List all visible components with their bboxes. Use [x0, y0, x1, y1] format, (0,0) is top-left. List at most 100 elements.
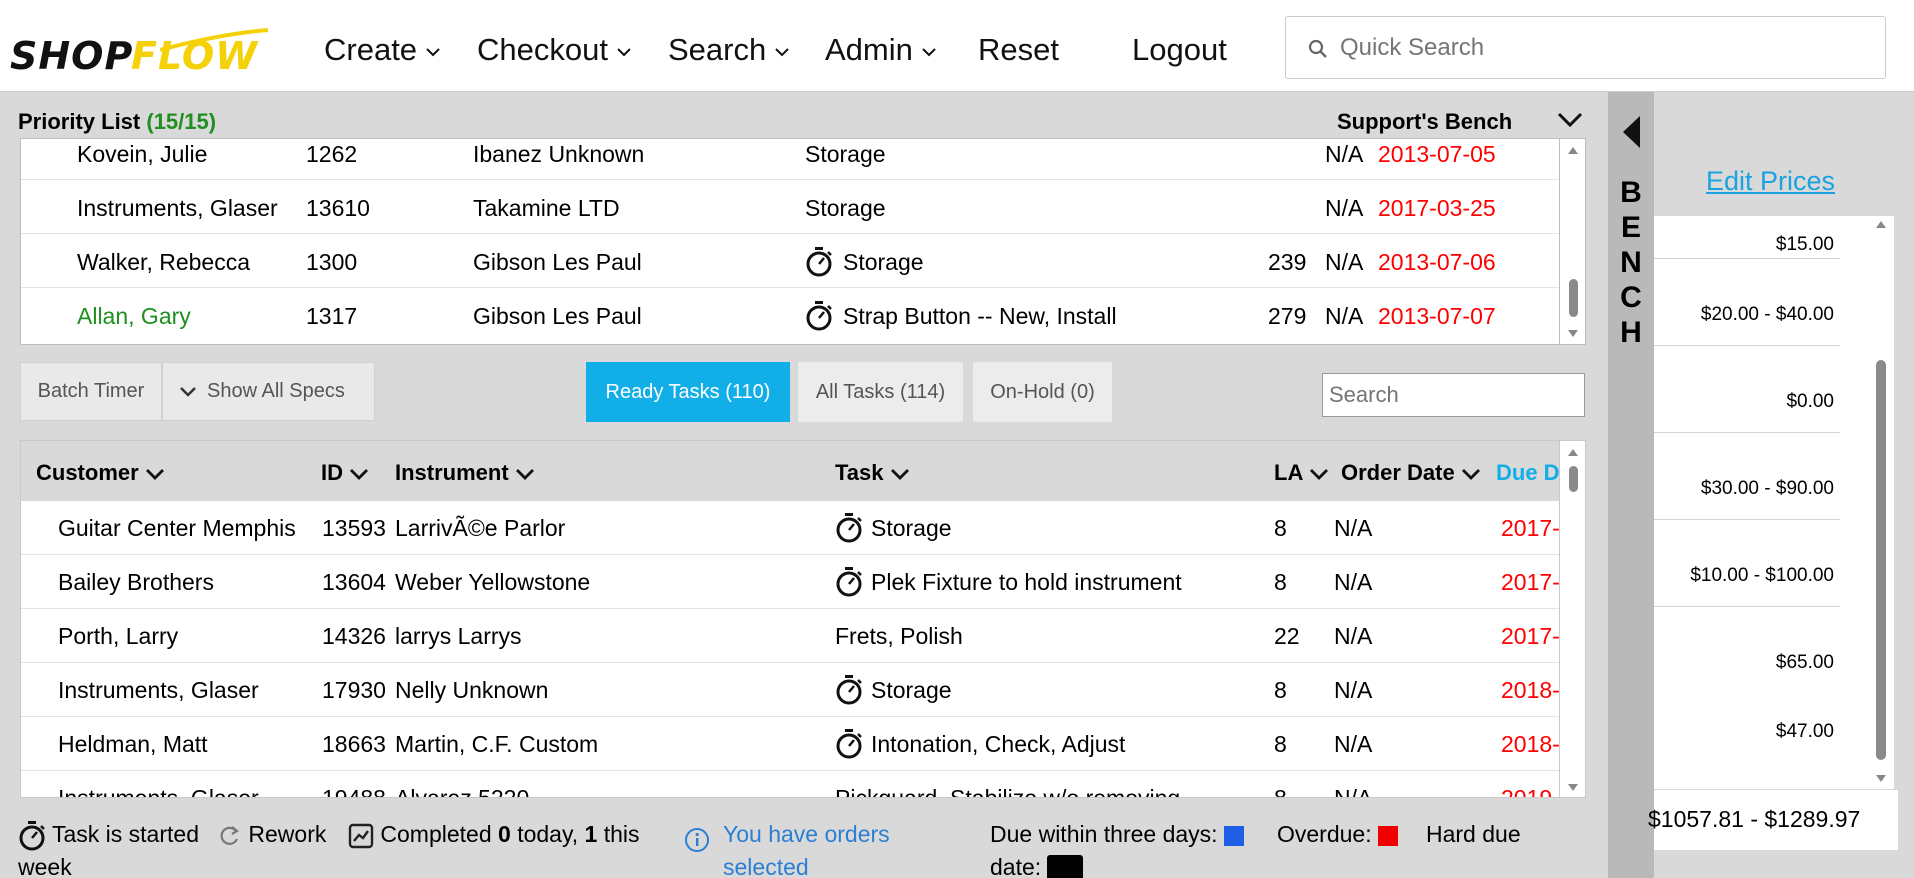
table-row[interactable]: Porth, Larry 14326 larrys Larrys Frets, … [21, 609, 1560, 663]
priority-row[interactable]: Instruments, Glaser 13610 Takamine LTD S… [21, 181, 1559, 234]
customer-cell: Porth, Larry [58, 623, 179, 649]
id-cell: 13610 [306, 195, 370, 221]
column-header-task[interactable]: Task [835, 460, 910, 486]
tab-all-tasks[interactable]: All Tasks (114) [798, 362, 963, 422]
instrument-cell: Gibson Les Paul [473, 303, 642, 329]
tab-on-hold[interactable]: On-Hold (0) [973, 362, 1112, 422]
quick-search-input[interactable] [1340, 31, 1860, 65]
bench-letter: B [1620, 176, 1642, 209]
order-date-cell: N/A [1334, 623, 1373, 649]
table-row[interactable]: Heldman, Matt 18663 Martin, C.F. Custom … [21, 717, 1559, 771]
tasks-table-scrollbar[interactable] [1560, 440, 1586, 798]
scroll-down-icon[interactable] [1875, 774, 1887, 784]
la-cell: 8 [1274, 785, 1287, 798]
task-cell: Pickguard, Stabilize w/o removing [835, 785, 1181, 798]
bench-selector-label[interactable]: Support's Bench [1337, 109, 1512, 135]
nav-create[interactable]: Create [324, 32, 441, 68]
tab-ready-tasks-label: Ready Tasks (110) [605, 380, 771, 403]
bench-toggle-strip[interactable]: B E N C H [1608, 92, 1654, 878]
scroll-thumb[interactable] [1569, 466, 1578, 492]
scroll-up-icon[interactable] [1567, 145, 1579, 155]
id-cell: 18663 [322, 731, 386, 757]
show-all-specs-button[interactable]: Show All Specs [162, 362, 375, 421]
nav-logout[interactable]: Logout [1132, 32, 1227, 68]
table-row[interactable]: Guitar Center Memphis 13593 LarrivÃ©e Pa… [21, 501, 1559, 555]
customer-cell: Allan, Gary [77, 303, 191, 329]
chevron-down-icon [350, 469, 368, 481]
column-header-customer[interactable]: Customer [36, 460, 165, 486]
column-header-due-date[interactable]: Due D [1496, 460, 1559, 486]
table-row[interactable]: Bailey Brothers 13604 Weber Yellowstone … [21, 555, 1559, 609]
legend-overdue-label: Overdue: [1277, 821, 1372, 847]
column-header-la[interactable]: LA [1274, 460, 1329, 486]
orders-info-icon-wrap [684, 822, 710, 855]
scroll-up-icon[interactable] [1567, 447, 1579, 457]
due-date-cell: 2013-07-06 [1378, 249, 1496, 275]
order-date-cell: N/A [1334, 731, 1373, 757]
order-date-cell: N/A [1325, 141, 1364, 167]
due-date-cell: 2017-03-25 [1378, 195, 1496, 221]
scroll-down-icon[interactable] [1567, 783, 1579, 793]
tasks-search-input[interactable] [1322, 373, 1585, 417]
price-list-scrollbar[interactable] [1868, 216, 1894, 789]
nav-reset[interactable]: Reset [978, 32, 1059, 68]
nav-search[interactable]: Search [668, 32, 790, 68]
table-row[interactable]: Instruments, Glaser 19488 Alvarez 5220 P… [21, 771, 1560, 798]
scroll-thumb[interactable] [1569, 279, 1578, 317]
nav-checkout[interactable]: Checkout [477, 32, 632, 68]
due-date-cell: 2017- [1501, 623, 1560, 649]
batch-timer-button[interactable]: Batch Timer [20, 362, 162, 421]
chevron-down-icon [426, 48, 440, 57]
column-header-order-date[interactable]: Order Date [1341, 460, 1481, 486]
quick-search-box[interactable] [1285, 16, 1886, 79]
scroll-thumb[interactable] [1876, 360, 1886, 760]
legend-rework-label: Rework [248, 821, 327, 847]
task-cell: Intonation, Check, Adjust [871, 731, 1126, 757]
price-row: $0.00 [1654, 346, 1840, 433]
priority-row[interactable]: Walker, Rebecca 1300 Gibson Les Paul Sto… [21, 235, 1559, 288]
priority-row[interactable]: Allan, Gary 1317 Gibson Les Paul Strap B… [21, 289, 1559, 342]
chevron-down-icon [1310, 469, 1329, 481]
customer-cell: Instruments, Glaser [58, 785, 259, 798]
due-soon-swatch [1223, 825, 1244, 846]
price-value: $10.00 - $100.00 [1690, 565, 1834, 586]
priority-list-table: Kovein, Julie 1262 Ibanez Unknown Storag… [20, 138, 1560, 345]
priority-list-scrollbar[interactable] [1560, 138, 1586, 345]
shopflow-logo[interactable]: SHOP FLOW [10, 28, 269, 78]
due-date-cell: 2013-07-07 [1378, 303, 1496, 329]
customer-cell: Kovein, Julie [77, 141, 208, 167]
legend-completed-week: 1 [584, 821, 598, 847]
orders-selected-link[interactable]: You have orders selected [723, 818, 890, 878]
scroll-down-icon[interactable] [1567, 329, 1579, 339]
la-cell: 8 [1274, 677, 1287, 703]
edit-prices-link[interactable]: Edit Prices [1706, 166, 1835, 197]
priority-list-label: Priority List [18, 109, 141, 134]
tab-ready-tasks[interactable]: Ready Tasks (110) [586, 362, 790, 422]
legend-hard-due: Hard due [1426, 821, 1521, 847]
due-date-cell: 2018- [1501, 677, 1560, 703]
bench-letter: N [1620, 246, 1642, 279]
table-row[interactable]: Instruments, Glaser 17930 Nelly Unknown … [21, 663, 1560, 717]
due-date-cell: 2019- [1501, 785, 1560, 798]
rework-refresh-icon [220, 826, 239, 845]
chevron-down-icon[interactable] [1556, 110, 1584, 130]
stopwatch-icon [806, 247, 832, 277]
price-value: $65.00 [1775, 652, 1834, 673]
column-header-id[interactable]: ID [321, 460, 369, 486]
chevron-down-icon [180, 386, 196, 397]
id-cell: 13593 [322, 515, 386, 541]
la-cell: 8 [1274, 569, 1287, 595]
chevron-down-icon [617, 48, 631, 57]
top-header: SHOP FLOW Create Checkout Search Admin R… [0, 0, 1914, 92]
column-header-instrument[interactable]: Instrument [395, 460, 535, 486]
legend-completed-prefix: Completed [380, 821, 492, 847]
instrument-cell: larrys Larrys [395, 623, 522, 649]
bench-letter: C [1620, 281, 1642, 314]
priority-row[interactable]: Kovein, Julie 1262 Ibanez Unknown Storag… [21, 139, 1559, 180]
scroll-up-icon[interactable] [1875, 219, 1887, 229]
order-date-cell: N/A [1334, 785, 1373, 798]
collapse-left-icon[interactable] [1620, 114, 1642, 150]
stopwatch-icon [836, 513, 862, 543]
nav-admin[interactable]: Admin [825, 32, 937, 68]
price-list: $15.00 $20.00 - $40.00 $0.00 $30.00 - $9… [1654, 216, 1874, 789]
